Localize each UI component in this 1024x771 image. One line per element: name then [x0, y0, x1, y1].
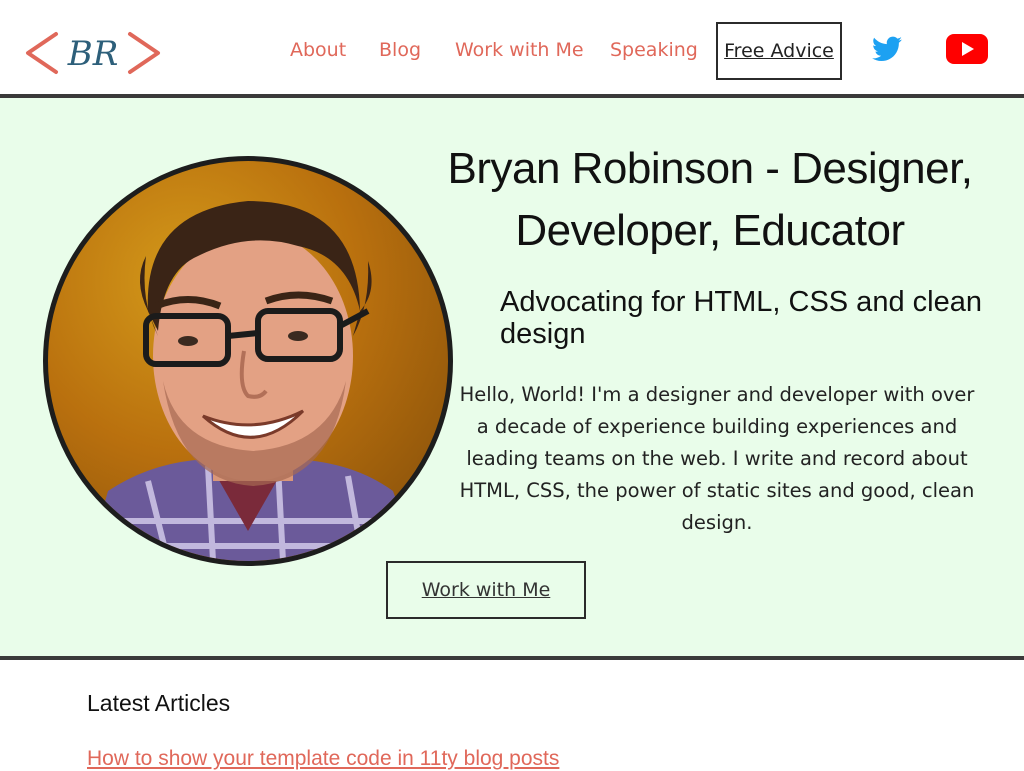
- article-link[interactable]: How to show your template code in 11ty b…: [87, 747, 559, 771]
- hero-subtitle: Advocating for HTML, CSS and clean desig…: [500, 286, 982, 350]
- youtube-icon[interactable]: [945, 33, 989, 65]
- logo-mark-icon: BR: [26, 32, 160, 74]
- nav-work-with-me[interactable]: Work with Me: [455, 38, 584, 62]
- site-header: BR About Blog Work with Me Speaking Free…: [0, 0, 1024, 94]
- hero-section: Bryan Robinson - Designer, Developer, Ed…: [0, 94, 1024, 660]
- hero-bio: Hello, World! I'm a designer and develop…: [459, 383, 975, 534]
- profile-photo: [43, 156, 453, 566]
- free-advice-button[interactable]: Free Advice: [716, 22, 842, 80]
- site-logo[interactable]: BR: [22, 28, 164, 78]
- nav-blog[interactable]: Blog: [379, 38, 421, 62]
- nav-about[interactable]: About: [290, 38, 346, 62]
- twitter-icon[interactable]: [872, 36, 902, 62]
- nav-speaking[interactable]: Speaking: [610, 38, 698, 62]
- profile-photo-illustration: [88, 201, 418, 561]
- hero-title: Bryan Robinson - Designer, Developer, Ed…: [447, 144, 973, 255]
- work-with-me-button[interactable]: Work with Me: [386, 561, 586, 619]
- logo-text: BR: [67, 34, 119, 74]
- latest-articles-heading: Latest Articles: [87, 690, 231, 716]
